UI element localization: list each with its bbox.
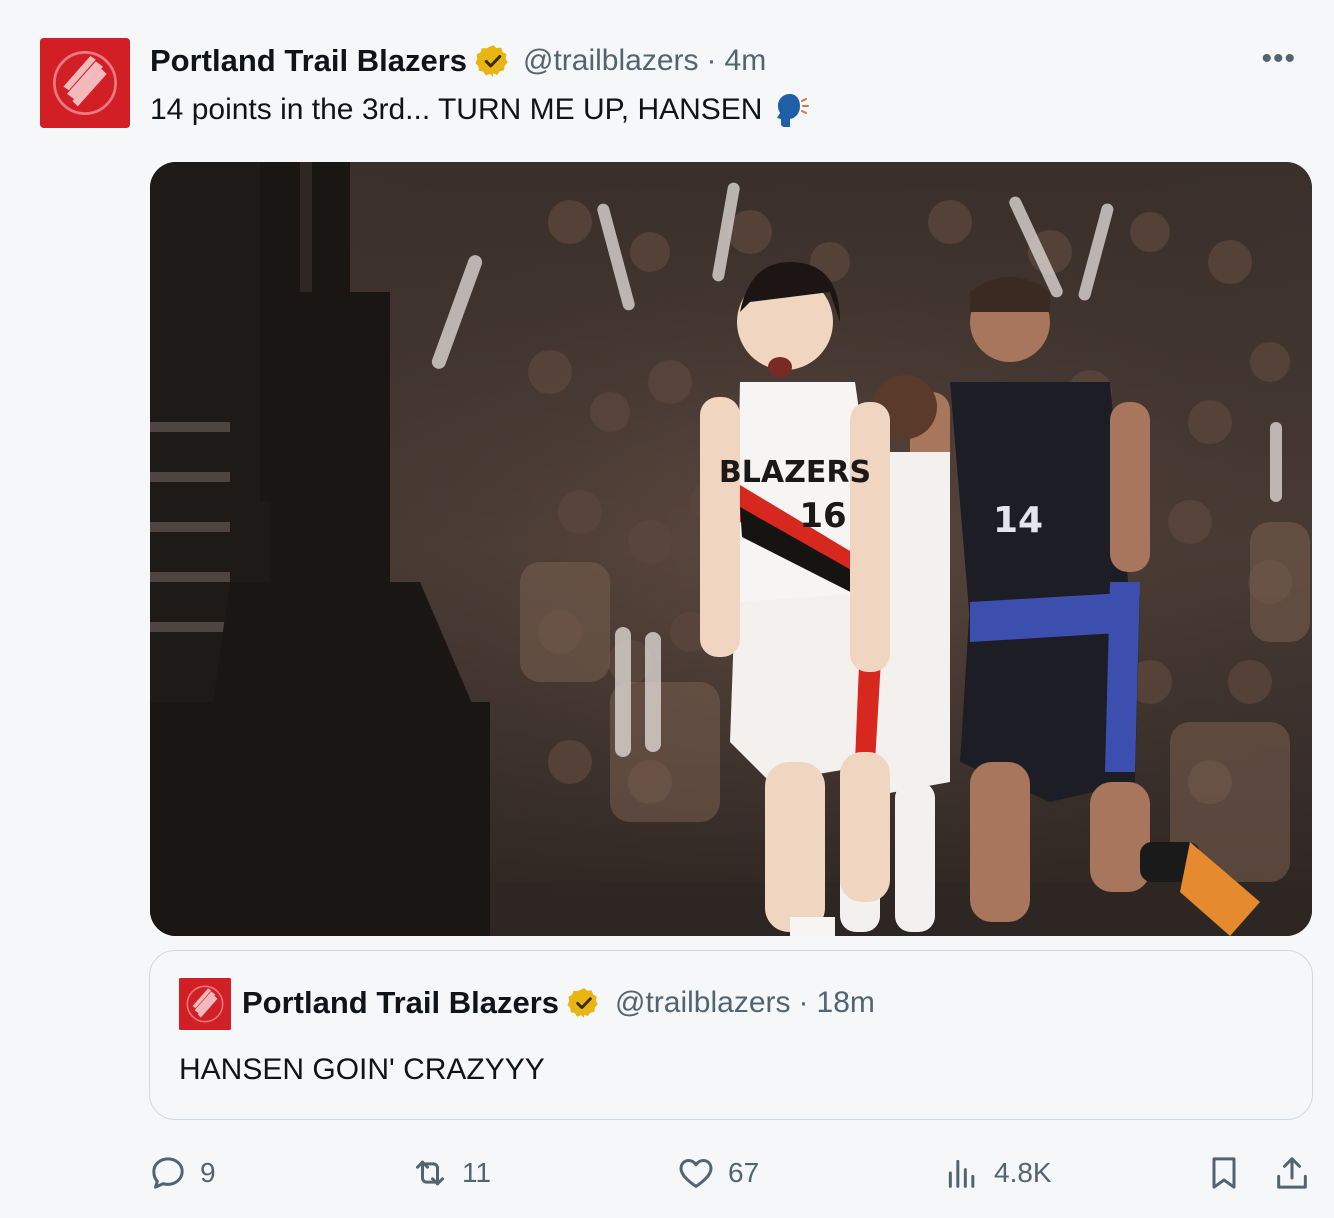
quoted-tweet-header: Portland Trail Blazers @trailblazers · 1… — [242, 982, 875, 1024]
repost-count: 11 — [462, 1157, 492, 1188]
quoted-author-avatar[interactable] — [179, 978, 231, 1030]
verified-badge-icon — [567, 986, 601, 1020]
repost-button[interactable]: 11 — [410, 1148, 491, 1198]
bookmark-icon — [1212, 1157, 1236, 1189]
share-icon — [1277, 1157, 1307, 1189]
tweet-photo[interactable]: 14 BLAZERS 16 — [150, 162, 1312, 936]
repost-icon — [416, 1160, 444, 1186]
home-jersey-number: 16 — [799, 496, 846, 536]
tweet-text: 14 points in the 3rd... TURN ME UP, HANS… — [150, 93, 763, 126]
reply-count: 9 — [200, 1157, 216, 1188]
speaking-head-icon — [772, 90, 812, 130]
basketball-photo: 14 BLAZERS 16 — [150, 162, 1312, 936]
tweet-header: Portland Trail Blazers @trailblazers · 4… — [150, 40, 766, 82]
views-button[interactable]: 4.8K — [942, 1148, 1052, 1198]
quoted-author-name: Portland Trail Blazers — [242, 985, 559, 1020]
more-options-button[interactable]: ••• — [1261, 42, 1296, 76]
tweet-text-row: 14 points in the 3rd... TURN ME UP, HANS… — [150, 90, 812, 130]
quoted-tweet[interactable]: Portland Trail Blazers @trailblazers · 1… — [149, 950, 1313, 1120]
like-count: 67 — [728, 1157, 760, 1188]
blazers-logo-icon — [40, 38, 130, 128]
tweet-time[interactable]: 4m — [725, 44, 767, 78]
heart-icon — [679, 1159, 713, 1188]
quoted-author-handle: @trailblazers — [615, 986, 791, 1019]
author-avatar[interactable] — [40, 38, 130, 128]
reply-icon — [152, 1157, 184, 1189]
action-bar: 9 11 67 4.8K — [148, 1148, 1314, 1198]
share-button[interactable] — [1272, 1148, 1312, 1198]
verified-badge-icon[interactable] — [475, 43, 511, 79]
away-jersey-number: 14 — [993, 500, 1043, 541]
separator-dot: · — [706, 44, 717, 77]
blazers-logo-icon — [179, 978, 231, 1030]
quoted-tweet-time: 18m — [816, 986, 875, 1019]
separator-dot: · — [798, 986, 809, 1019]
views-chart-icon — [948, 1159, 975, 1188]
bookmark-button[interactable] — [1204, 1148, 1244, 1198]
tweet: Portland Trail Blazers @trailblazers · 4… — [0, 0, 1334, 1218]
home-jersey-team: BLAZERS — [719, 455, 871, 490]
like-button[interactable]: 67 — [676, 1148, 759, 1198]
view-count: 4.8K — [994, 1157, 1052, 1188]
author-handle[interactable]: @trailblazers — [523, 44, 699, 78]
quoted-tweet-text: HANSEN GOIN' CRAZYYY — [179, 1053, 545, 1086]
author-name[interactable]: Portland Trail Blazers — [150, 43, 467, 79]
reply-button[interactable]: 9 — [148, 1148, 216, 1198]
